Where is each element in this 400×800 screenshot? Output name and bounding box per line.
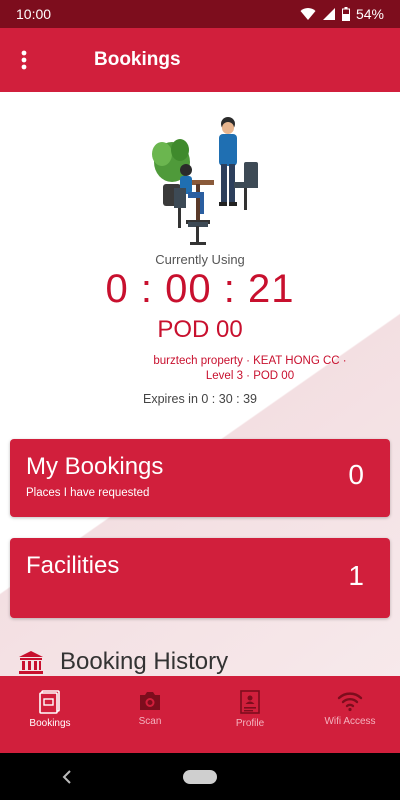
nav-scan[interactable]: Scan [100, 676, 200, 753]
status-bar: 10:00 54% [0, 0, 400, 28]
signal-icon [322, 8, 335, 20]
system-nav-bar [0, 753, 400, 800]
bottom-nav: Bookings Scan Profile Wifi Access [0, 676, 400, 753]
chevron-left-icon [62, 769, 71, 784]
currently-using-label: Currently Using [155, 252, 245, 267]
booking-history-title: Booking History [60, 648, 229, 675]
wifi-status-icon [300, 8, 316, 20]
main-content: Currently Using 0 : 00 : 21 POD 00 burzt… [0, 92, 400, 676]
page-title: Bookings [94, 49, 181, 70]
facilities-title: Facilities [26, 552, 120, 579]
my-bookings-count: 0 [348, 459, 364, 490]
home-pill-icon [182, 769, 217, 784]
facilities-card[interactable]: Facilities 1 [10, 538, 390, 618]
home-button[interactable] [180, 757, 220, 797]
pod-location: burztech property · KEAT HONG CC · Level… [153, 355, 347, 382]
facilities-count: 1 [348, 560, 364, 591]
nav-bookings-label: Bookings [29, 718, 71, 729]
battery-icon [341, 7, 350, 21]
battery-level: 54% [355, 6, 384, 22]
nav-scan-label: Scan [138, 716, 162, 727]
expires-countdown: Expires in 0 : 30 : 39 [143, 392, 257, 406]
camera-icon [140, 692, 160, 710]
nav-wifi-access-label: Wifi Access [324, 716, 376, 727]
status-icons: 54% [300, 6, 384, 22]
nav-wifi-access[interactable]: Wifi Access [300, 676, 400, 753]
nav-bookings[interactable]: Bookings [0, 676, 100, 753]
status-time: 10:00 [16, 6, 52, 22]
coworking-illustration [152, 117, 258, 245]
wifi-icon [337, 692, 363, 712]
my-bookings-subtitle: Places I have requested [26, 487, 150, 499]
booking-history-header[interactable]: Booking History [18, 648, 228, 676]
more-vert-icon[interactable] [0, 28, 48, 92]
my-bookings-title: My Bookings [26, 453, 164, 480]
nav-profile[interactable]: Profile [200, 676, 300, 753]
usage-timer: 0 : 00 : 21 [105, 267, 295, 311]
back-button[interactable] [47, 757, 87, 797]
recents-button-placeholder [313, 757, 353, 797]
my-bookings-card[interactable]: My Bookings Places I have requested 0 [10, 439, 390, 517]
profile-document-icon [240, 690, 260, 714]
bookings-icon [39, 690, 60, 714]
nav-profile-label: Profile [235, 718, 265, 729]
institution-icon [19, 651, 43, 674]
app-bar: Bookings [0, 28, 400, 92]
pod-name: POD 00 [157, 316, 243, 343]
